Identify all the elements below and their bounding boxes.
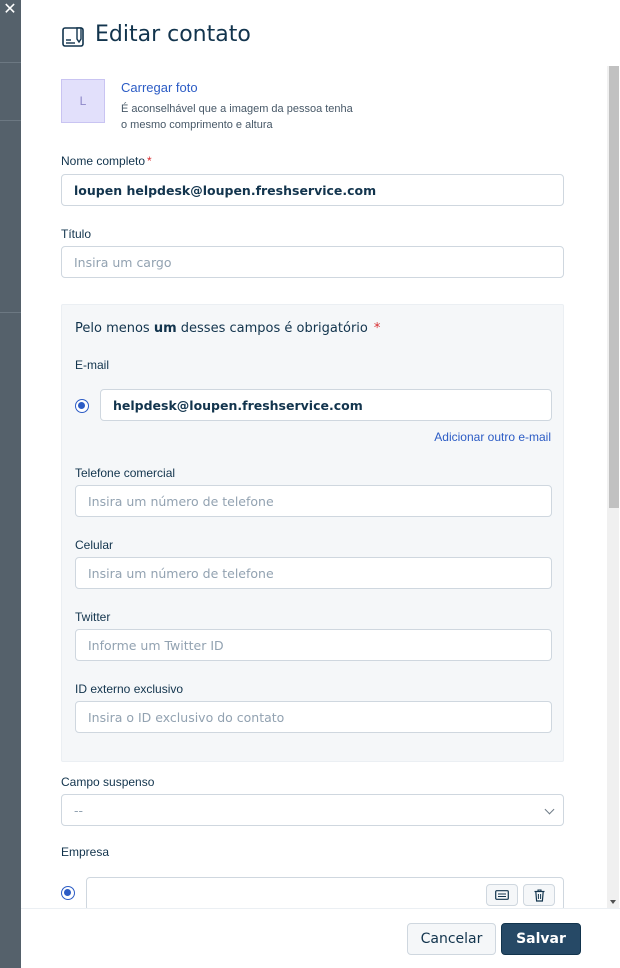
twitter-placeholder: Informe um Twitter ID bbox=[88, 637, 224, 653]
title-input[interactable]: Insira um cargo bbox=[61, 246, 564, 278]
scrollbar-thumb[interactable] bbox=[609, 66, 619, 508]
company-input[interactable] bbox=[86, 877, 564, 908]
form-scroll-area[interactable]: L Carregar foto É aconselhável que a ima… bbox=[21, 66, 620, 908]
full-name-label-text: Nome completo bbox=[61, 154, 146, 168]
backdrop-divider bbox=[0, 120, 21, 121]
dropdown-value: -- bbox=[74, 802, 84, 818]
add-email-link[interactable]: Adicionar outro e-mail bbox=[434, 430, 551, 444]
required-mark: * bbox=[373, 321, 381, 336]
primary-company-radio[interactable] bbox=[61, 886, 75, 900]
dropdown-label: Campo suspenso bbox=[61, 775, 155, 789]
external-id-label: ID externo exclusivo bbox=[75, 682, 184, 696]
twitter-input[interactable]: Informe um Twitter ID bbox=[75, 629, 552, 661]
cancel-button[interactable]: Cancelar bbox=[407, 923, 496, 955]
vertical-scrollbar[interactable] bbox=[607, 66, 619, 908]
edit-contact-panel: Editar contato L Carregar foto É aconsel… bbox=[21, 0, 620, 968]
external-id-input[interactable]: Insira o ID exclusivo do contato bbox=[75, 701, 552, 733]
upload-photo-hint: É aconselhável que a imagem da pessoa te… bbox=[121, 101, 381, 133]
work-phone-label: Telefone comercial bbox=[75, 466, 176, 480]
group-title-prefix: Pelo menos bbox=[75, 321, 154, 336]
email-value: helpdesk@loupen.freshservice.com bbox=[113, 397, 363, 413]
mobile-label: Celular bbox=[75, 538, 114, 552]
email-label: E-mail bbox=[75, 358, 110, 372]
trash-icon bbox=[534, 888, 544, 902]
mobile-placeholder: Insira um número de telefone bbox=[88, 565, 274, 581]
upload-photo-link[interactable]: Carregar foto bbox=[121, 80, 198, 95]
card-icon bbox=[495, 890, 509, 900]
company-lookup-button[interactable] bbox=[486, 884, 518, 906]
group-title: Pelo menos um desses campos é obrigatóri… bbox=[75, 321, 380, 336]
required-mark: * bbox=[147, 154, 152, 168]
hint-line: o mesmo comprimento e altura bbox=[121, 119, 273, 131]
primary-email-radio[interactable] bbox=[75, 399, 89, 413]
title-placeholder: Insira um cargo bbox=[74, 254, 172, 270]
title-label: Título bbox=[61, 227, 92, 241]
backdrop-divider bbox=[0, 62, 21, 63]
save-button[interactable]: Salvar bbox=[501, 923, 581, 955]
work-phone-placeholder: Insira um número de telefone bbox=[88, 493, 274, 509]
work-phone-input[interactable]: Insira um número de telefone bbox=[75, 485, 552, 517]
page-title: Editar contato bbox=[95, 22, 251, 47]
external-id-placeholder: Insira o ID exclusivo do contato bbox=[88, 709, 285, 725]
contact-card-edit-icon bbox=[62, 26, 86, 48]
scroll-down-arrow-icon[interactable] bbox=[610, 900, 616, 904]
avatar: L bbox=[61, 79, 105, 123]
group-title-suffix: desses campos é obrigatório bbox=[176, 321, 368, 336]
close-icon[interactable]: ✕ bbox=[2, 2, 18, 18]
group-title-emphasis: um bbox=[153, 321, 177, 336]
panel-header: Editar contato bbox=[21, 0, 620, 66]
required-fields-group: Pelo menos um desses campos é obrigatóri… bbox=[61, 304, 564, 762]
email-input[interactable]: helpdesk@loupen.freshservice.com bbox=[100, 389, 552, 421]
panel-footer: Cancelar Salvar bbox=[21, 908, 620, 968]
company-label: Empresa bbox=[61, 845, 110, 859]
hint-line: É aconselhável que a imagem da pessoa te… bbox=[121, 103, 353, 115]
chevron-down-icon bbox=[544, 804, 555, 815]
company-delete-button[interactable] bbox=[523, 884, 555, 906]
full-name-input[interactable]: loupen helpdesk@loupen.freshservice.com bbox=[61, 174, 564, 206]
full-name-label: Nome completo * bbox=[61, 154, 152, 168]
dropdown-select[interactable]: -- bbox=[61, 794, 564, 826]
twitter-label: Twitter bbox=[75, 610, 111, 624]
full-name-value: loupen helpdesk@loupen.freshservice.com bbox=[74, 182, 377, 198]
modal-backdrop bbox=[0, 0, 21, 968]
backdrop-divider bbox=[0, 312, 21, 313]
mobile-input[interactable]: Insira um número de telefone bbox=[75, 557, 552, 589]
